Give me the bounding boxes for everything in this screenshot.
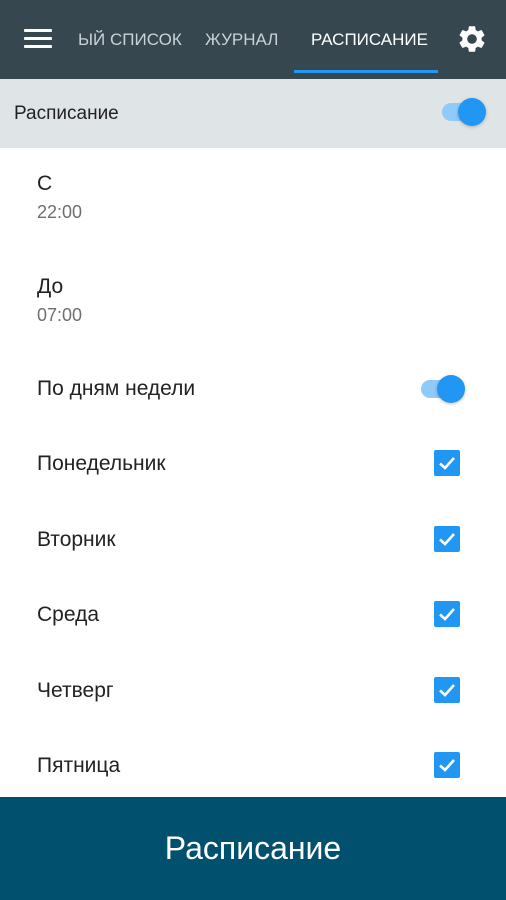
bottom-bar-label: Расписание [164, 830, 342, 866]
menu-icon-line [24, 45, 52, 48]
weekdays-label: По дням недели [37, 377, 196, 400]
checkmark-icon [439, 759, 455, 772]
switch-thumb [458, 98, 486, 126]
tab-strip: ЫЙ СПИСОК ЖУРНАЛ РАСПИСАНИЕ [64, 0, 444, 79]
day-label-wednesday: Среда [37, 603, 99, 626]
day-checkbox-friday[interactable] [434, 752, 460, 778]
schedule-header: Расписание [0, 79, 506, 148]
checkmark-icon [439, 684, 455, 697]
schedule-toggle[interactable] [442, 95, 486, 129]
to-time-setting[interactable]: До 07:00 [37, 275, 82, 326]
schedule-header-title: Расписание [14, 103, 119, 124]
checkmark-icon [439, 533, 455, 546]
from-time-setting[interactable]: С 22:00 [37, 172, 82, 223]
menu-icon-line [24, 29, 52, 32]
weekdays-toggle[interactable] [421, 372, 465, 406]
to-time-value: 07:00 [37, 305, 83, 325]
day-label-thursday: Четверг [37, 679, 114, 702]
from-time-value: 22:00 [37, 202, 83, 222]
day-checkbox-tuesday[interactable] [434, 526, 460, 552]
tab-journal[interactable]: ЖУРНАЛ [205, 0, 278, 79]
day-label-friday: Пятница [37, 754, 121, 777]
tab-list[interactable]: ЫЙ СПИСОК [78, 0, 182, 79]
schedule-bottom-bar[interactable]: Расписание [0, 797, 506, 900]
day-checkbox-monday[interactable] [434, 450, 460, 476]
gear-icon[interactable] [456, 23, 488, 55]
active-tab-indicator [294, 70, 438, 73]
day-label-tuesday: Вторник [37, 528, 116, 551]
day-checkbox-thursday[interactable] [434, 677, 460, 703]
day-checkbox-wednesday[interactable] [434, 601, 460, 627]
checkmark-icon [439, 608, 455, 621]
switch-thumb [437, 375, 465, 403]
menu-icon[interactable] [24, 27, 52, 51]
menu-icon-line [24, 37, 52, 40]
tab-schedule[interactable]: РАСПИСАНИЕ [311, 0, 428, 79]
checkmark-icon [439, 457, 455, 470]
to-time-title: До [37, 275, 64, 298]
top-app-bar: ЫЙ СПИСОК ЖУРНАЛ РАСПИСАНИЕ [0, 0, 506, 79]
from-time-title: С [37, 172, 53, 195]
day-label-monday: Понедельник [37, 452, 166, 475]
